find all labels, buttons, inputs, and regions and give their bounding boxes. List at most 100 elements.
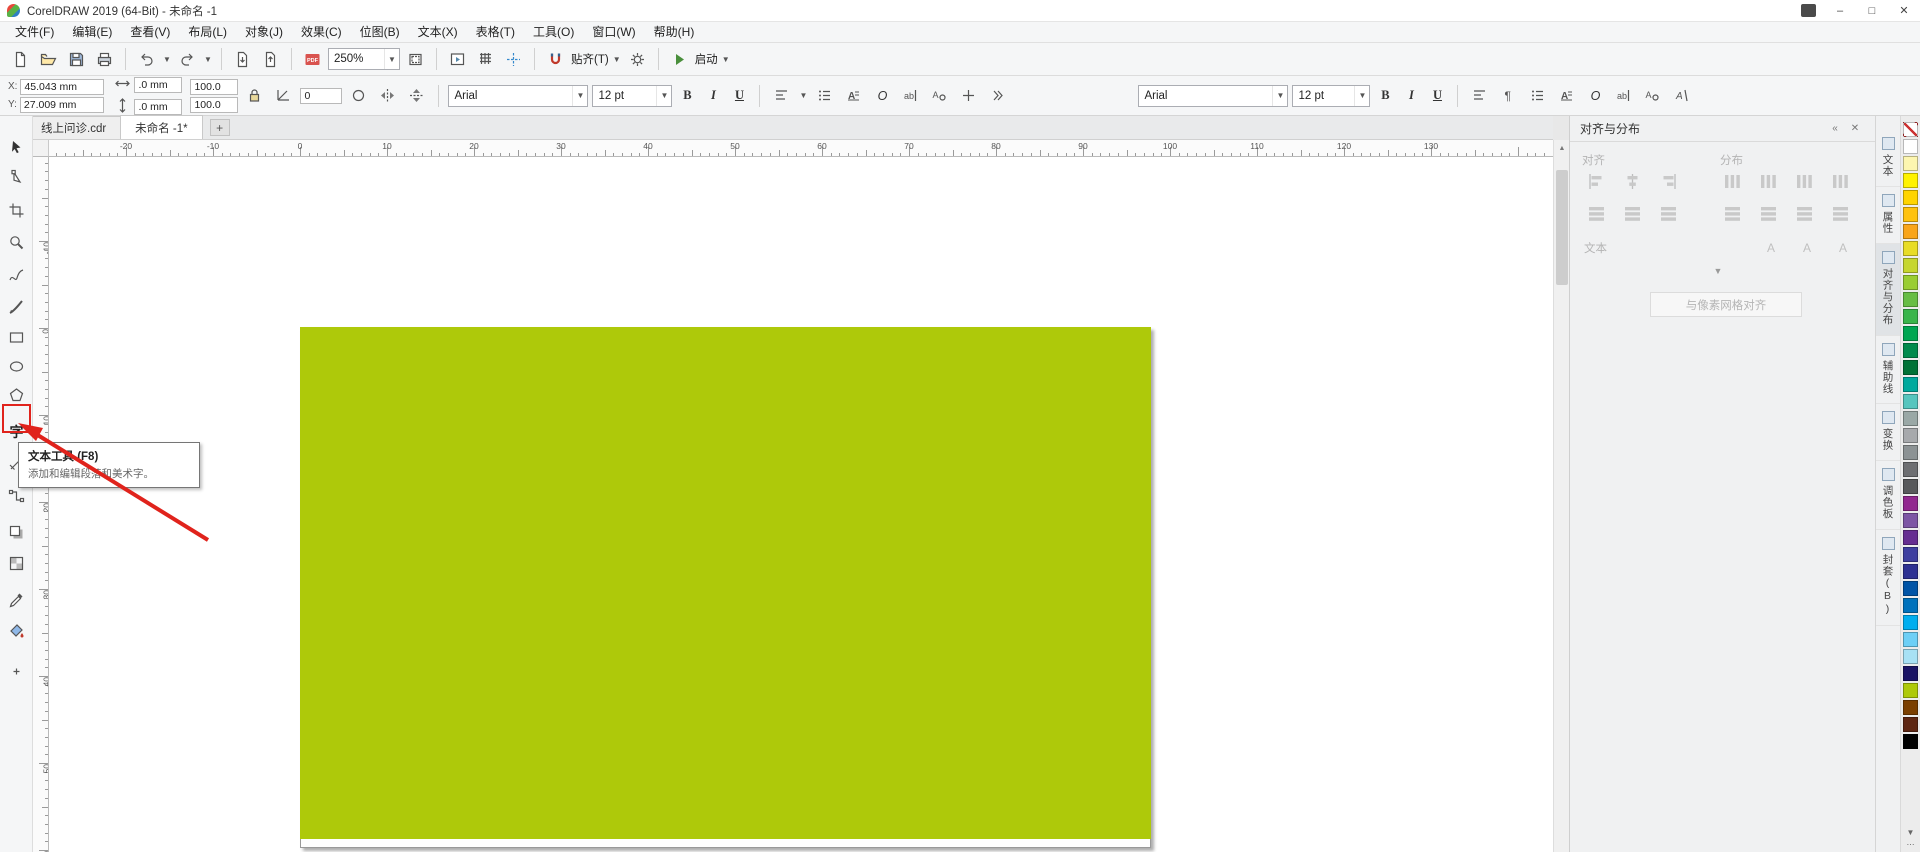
rectangle-tool[interactable]: [4, 325, 29, 350]
polygon-tool[interactable]: [4, 383, 29, 408]
text-align-first-button[interactable]: A: [1756, 234, 1788, 260]
mirror-vertical-icon[interactable]: [404, 83, 429, 108]
distribute-8-button[interactable]: [1824, 200, 1856, 226]
menu-item-11[interactable]: 窗口(W): [583, 22, 644, 43]
paragraph-marks-icon[interactable]: ¶: [1496, 83, 1521, 108]
distribute-4-button[interactable]: [1824, 168, 1856, 194]
color-swatch[interactable]: [1903, 479, 1918, 494]
no-outline-button[interactable]: O: [870, 84, 894, 108]
drop-shadow-tool[interactable]: [4, 520, 29, 545]
color-swatch[interactable]: [1903, 343, 1918, 358]
scale-h-input[interactable]: 100.0: [190, 79, 238, 95]
docker-tab-1[interactable]: 文本: [1876, 130, 1900, 187]
snap-menu-label[interactable]: 贴齐(T): [571, 51, 609, 67]
freehand-tool[interactable]: [4, 263, 29, 288]
artistic-media-tool[interactable]: [4, 295, 29, 320]
text-tool[interactable]: 字: [4, 419, 29, 444]
color-swatch[interactable]: [1903, 632, 1918, 647]
new-document-icon[interactable]: [8, 47, 33, 72]
palette-expand-icon[interactable]: ⋯: [1907, 840, 1915, 849]
no-outline-button-b[interactable]: O: [1583, 84, 1607, 108]
color-swatch[interactable]: [1903, 173, 1918, 188]
font-size-combo-a[interactable]: 12 pt ▼: [592, 85, 672, 107]
underline-button-a[interactable]: U: [728, 84, 750, 108]
color-swatch[interactable]: [1903, 666, 1918, 681]
align-center-h-button[interactable]: [1616, 168, 1648, 194]
more-options-icon[interactable]: [985, 83, 1010, 108]
font-list-combo-b[interactable]: Arial ▼: [1138, 85, 1288, 107]
undo-icon[interactable]: [134, 47, 159, 72]
snap-icon[interactable]: [543, 47, 568, 72]
font-combo-b-arrow-icon[interactable]: ▼: [1272, 86, 1287, 106]
object-y-input[interactable]: 27.009 mm: [20, 97, 104, 113]
font-size-combo-b[interactable]: 12 pt ▼: [1292, 85, 1370, 107]
bold-button-b[interactable]: B: [1374, 84, 1396, 108]
export-icon[interactable]: [258, 47, 283, 72]
font-list-combo-a[interactable]: Arial ▼: [448, 85, 588, 107]
color-swatch[interactable]: [1903, 513, 1918, 528]
align-center-v-button[interactable]: [1616, 200, 1648, 226]
text-align-bbox-button[interactable]: A: [1828, 234, 1860, 260]
save-icon[interactable]: [64, 47, 89, 72]
edit-text-icon[interactable]: ab: [898, 83, 923, 108]
vertical-scrollbar[interactable]: ▲: [1553, 140, 1569, 852]
align-to-pixel-grid-button[interactable]: 与像素网格对齐: [1650, 292, 1802, 317]
object-x-input[interactable]: 45.043 mm: [20, 79, 104, 95]
color-swatch[interactable]: [1903, 581, 1918, 596]
no-color-swatch[interactable]: [1903, 122, 1918, 137]
new-tab-button[interactable]: +: [210, 119, 230, 136]
color-swatch[interactable]: [1903, 258, 1918, 273]
rotation-angle-input[interactable]: 0: [300, 88, 342, 104]
color-swatch[interactable]: [1903, 615, 1918, 630]
color-swatch[interactable]: [1903, 428, 1918, 443]
bulleted-list-icon-b[interactable]: [1525, 83, 1550, 108]
size-combo-a-arrow-icon[interactable]: ▼: [656, 86, 671, 106]
color-swatch[interactable]: [1903, 445, 1918, 460]
fullscreen-preview-icon[interactable]: [445, 47, 470, 72]
scrollbar-thumb[interactable]: [1556, 170, 1568, 285]
horizontal-ruler[interactable]: -20-100102030405060708090100110120130: [49, 140, 1553, 157]
docker-tab-3[interactable]: 对齐与分布: [1876, 244, 1900, 336]
object-width-input[interactable]: .0 mm: [134, 77, 182, 93]
object-height-input[interactable]: .0 mm: [134, 99, 182, 115]
open-icon[interactable]: [36, 47, 61, 72]
alignment-dropdown-icon[interactable]: ▼: [798, 91, 808, 100]
docker-collapse-icon[interactable]: «: [1825, 119, 1845, 139]
color-swatch[interactable]: [1903, 530, 1918, 545]
menu-item-1[interactable]: 文件(F): [6, 22, 63, 43]
undo-dropdown[interactable]: ▼: [162, 55, 172, 64]
color-swatch[interactable]: [1903, 496, 1918, 511]
launch-label[interactable]: 启动: [695, 51, 718, 67]
zoom-tool[interactable]: [4, 230, 29, 255]
distribute-3-button[interactable]: [1788, 168, 1820, 194]
more-tools[interactable]: [4, 659, 29, 684]
minimize-button[interactable]: –: [1824, 0, 1856, 22]
mirror-horizontal-icon[interactable]: [375, 83, 400, 108]
color-swatch[interactable]: [1903, 190, 1918, 205]
align-left-button[interactable]: [1580, 168, 1612, 194]
transparency-tool[interactable]: [4, 551, 29, 576]
vertical-ruler[interactable]: -100102030405060: [33, 157, 49, 852]
color-swatch[interactable]: [1903, 598, 1918, 613]
text-alignment-icon[interactable]: [769, 83, 794, 108]
color-eyedropper-tool[interactable]: [4, 588, 29, 613]
ellipse-tool[interactable]: [4, 354, 29, 379]
color-swatch[interactable]: [1903, 207, 1918, 222]
color-swatch[interactable]: [1903, 462, 1918, 477]
show-guidelines-icon[interactable]: [501, 47, 526, 72]
menu-item-5[interactable]: 对象(J): [236, 22, 292, 43]
color-swatch[interactable]: [1903, 241, 1918, 256]
show-grid-icon[interactable]: [473, 47, 498, 72]
color-swatch[interactable]: [1903, 683, 1918, 698]
menu-item-10[interactable]: 工具(O): [524, 22, 583, 43]
lock-ratio-icon[interactable]: [242, 83, 267, 108]
color-swatch[interactable]: [1903, 139, 1918, 154]
drop-cap-icon[interactable]: A: [841, 83, 866, 108]
menu-item-2[interactable]: 编辑(E): [63, 22, 121, 43]
docker-tab-4[interactable]: 辅助线: [1876, 336, 1900, 405]
interactive-fill-tool[interactable]: [4, 618, 29, 643]
import-icon[interactable]: [230, 47, 255, 72]
options-gear-icon[interactable]: [625, 47, 650, 72]
ruler-origin-corner[interactable]: [33, 140, 49, 157]
scale-v-input[interactable]: 100.0: [190, 97, 238, 113]
